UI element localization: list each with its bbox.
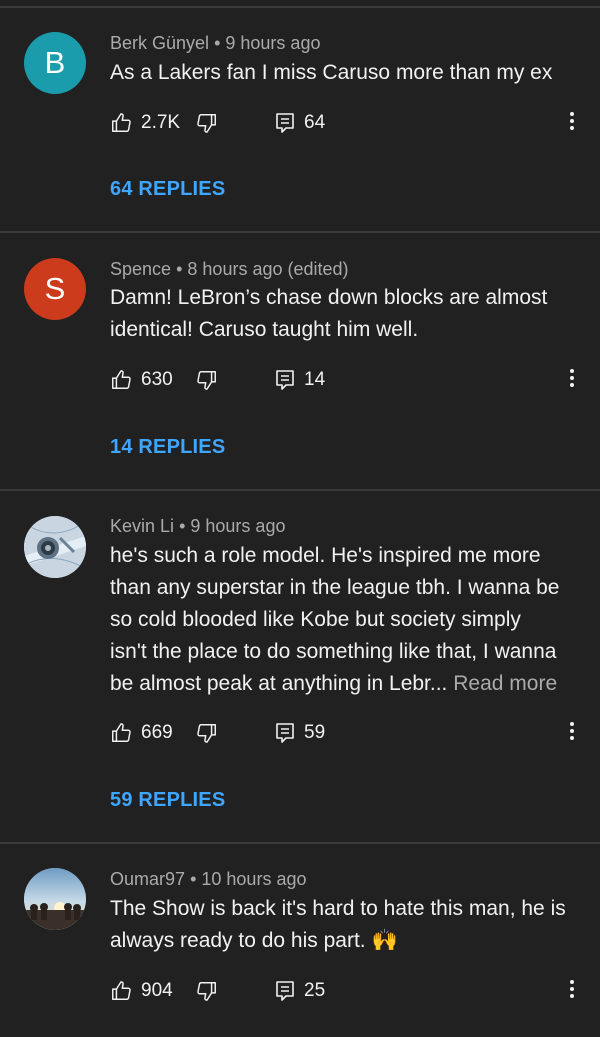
meta-separator: • bbox=[179, 516, 186, 536]
view-replies-button[interactable]: 14 REPLIES bbox=[110, 436, 225, 459]
like-count: 2.7K bbox=[141, 112, 181, 133]
comment-divider bbox=[0, 842, 600, 844]
comment-text: As a Lakers fan I miss Caruso more than … bbox=[110, 57, 580, 89]
thumbs-up-icon bbox=[110, 722, 132, 744]
dislike-button[interactable] bbox=[196, 719, 218, 747]
comment-divider bbox=[0, 489, 600, 491]
comment-line-last: be almost peak at anything in Lebr... Re… bbox=[110, 668, 580, 700]
author-name[interactable]: Spence bbox=[110, 259, 171, 279]
comment-actions: 630 14 bbox=[110, 366, 580, 394]
comment-line: than any superstar in the league tbh. I … bbox=[110, 576, 560, 599]
top-divider bbox=[0, 6, 600, 8]
reply-button[interactable]: 25 bbox=[275, 977, 325, 1005]
more-options-button[interactable] bbox=[560, 109, 584, 137]
thumbs-down-icon bbox=[196, 112, 218, 134]
comment-actions: 904 25 bbox=[110, 977, 580, 1005]
comment-text: The Show is back it's hard to hate this … bbox=[110, 893, 580, 957]
thumbs-down-icon bbox=[196, 722, 218, 744]
like-button[interactable]: 2.7K bbox=[110, 109, 180, 137]
more-options-button[interactable] bbox=[560, 719, 584, 747]
like-count: 669 bbox=[141, 722, 173, 743]
comment-time[interactable]: 9 hours ago bbox=[190, 516, 285, 536]
more-options-button[interactable] bbox=[560, 977, 584, 1005]
comment-text: Damn! LeBron’s chase down blocks are alm… bbox=[110, 282, 580, 346]
comment-line: he's such a role model. He's inspired me… bbox=[110, 544, 541, 567]
avatar[interactable]: B bbox=[24, 32, 86, 94]
like-button[interactable]: 669 bbox=[110, 719, 173, 747]
comment-line: isn't the place to do something like tha… bbox=[110, 640, 557, 663]
more-vertical-icon bbox=[569, 720, 575, 747]
thumbs-down-icon bbox=[196, 980, 218, 1002]
comment-divider bbox=[0, 231, 600, 233]
view-replies-button[interactable]: 64 REPLIES bbox=[110, 178, 225, 201]
reply-comment-icon bbox=[275, 722, 295, 744]
like-button[interactable]: 904 bbox=[110, 977, 173, 1005]
comment-meta: Berk Günyel • 9 hours ago bbox=[110, 33, 320, 54]
reply-count: 25 bbox=[304, 980, 326, 1001]
comment-line: so cold blooded like Kobe but society si… bbox=[110, 608, 521, 631]
comment-line-last: always ready to do his part. 🙌 bbox=[110, 925, 580, 957]
view-replies-button[interactable]: 59 REPLIES bbox=[110, 789, 225, 812]
comment-line: The Show is back it's hard to hate this … bbox=[110, 897, 566, 920]
meta-separator: • bbox=[176, 259, 183, 279]
comment-time[interactable]: 10 hours ago bbox=[201, 869, 306, 889]
avatar[interactable] bbox=[24, 868, 86, 930]
thumbs-down-icon bbox=[196, 369, 218, 391]
dislike-button[interactable] bbox=[196, 977, 218, 1005]
thumbs-up-icon bbox=[110, 980, 132, 1002]
comment-text: he's such a role model. He's inspired me… bbox=[110, 540, 580, 700]
comment-line: identical! Caruso taught him well. bbox=[110, 318, 419, 341]
read-more-link[interactable]: Read more bbox=[453, 672, 557, 695]
reply-button[interactable]: 14 bbox=[275, 366, 325, 394]
comment-line: always ready to do his part. bbox=[110, 929, 366, 952]
reply-count: 64 bbox=[304, 112, 326, 133]
reply-button[interactable]: 59 bbox=[275, 719, 325, 747]
reply-comment-icon bbox=[275, 369, 295, 391]
reply-count: 14 bbox=[304, 369, 326, 390]
meta-separator: • bbox=[190, 869, 197, 889]
dislike-button[interactable] bbox=[196, 366, 218, 394]
comment-actions: 669 59 bbox=[110, 719, 580, 747]
comment-meta: Spence • 8 hours ago (edited) bbox=[110, 259, 349, 280]
like-button[interactable]: 630 bbox=[110, 366, 173, 394]
more-vertical-icon bbox=[569, 367, 575, 394]
edited-label: (edited) bbox=[287, 259, 349, 279]
comment-time[interactable]: 9 hours ago bbox=[225, 33, 320, 53]
comment-meta: Kevin Li • 9 hours ago bbox=[110, 516, 285, 537]
comment-line: Damn! LeBron’s chase down blocks are alm… bbox=[110, 286, 548, 309]
more-vertical-icon bbox=[569, 978, 575, 1005]
meta-separator: • bbox=[214, 33, 221, 53]
reply-comment-icon bbox=[275, 980, 295, 1002]
raising-hands-emoji: 🙌 bbox=[371, 929, 398, 952]
reply-count: 59 bbox=[304, 722, 326, 743]
comment-actions: 2.7K 64 bbox=[110, 109, 580, 137]
comment-time[interactable]: 8 hours ago bbox=[187, 259, 282, 279]
like-count: 904 bbox=[141, 980, 173, 1001]
avatar-image bbox=[24, 516, 86, 578]
comment-line: As a Lakers fan I miss Caruso more than … bbox=[110, 61, 553, 84]
comment-line: be almost peak at anything in Lebr... bbox=[110, 672, 448, 695]
comment-meta: Oumar97 • 10 hours ago bbox=[110, 869, 306, 890]
dislike-button[interactable] bbox=[196, 109, 218, 137]
like-count: 630 bbox=[141, 369, 173, 390]
author-name[interactable]: Kevin Li bbox=[110, 516, 174, 536]
author-name[interactable]: Berk Günyel bbox=[110, 33, 209, 53]
thumbs-up-icon bbox=[110, 369, 132, 391]
avatar[interactable]: S bbox=[24, 258, 86, 320]
avatar[interactable] bbox=[24, 516, 86, 578]
reply-comment-icon bbox=[275, 112, 295, 134]
more-vertical-icon bbox=[569, 110, 575, 137]
author-name[interactable]: Oumar97 bbox=[110, 869, 185, 889]
reply-button[interactable]: 64 bbox=[275, 109, 325, 137]
more-options-button[interactable] bbox=[560, 366, 584, 394]
thumbs-up-icon bbox=[110, 112, 132, 134]
avatar-image bbox=[24, 868, 86, 930]
